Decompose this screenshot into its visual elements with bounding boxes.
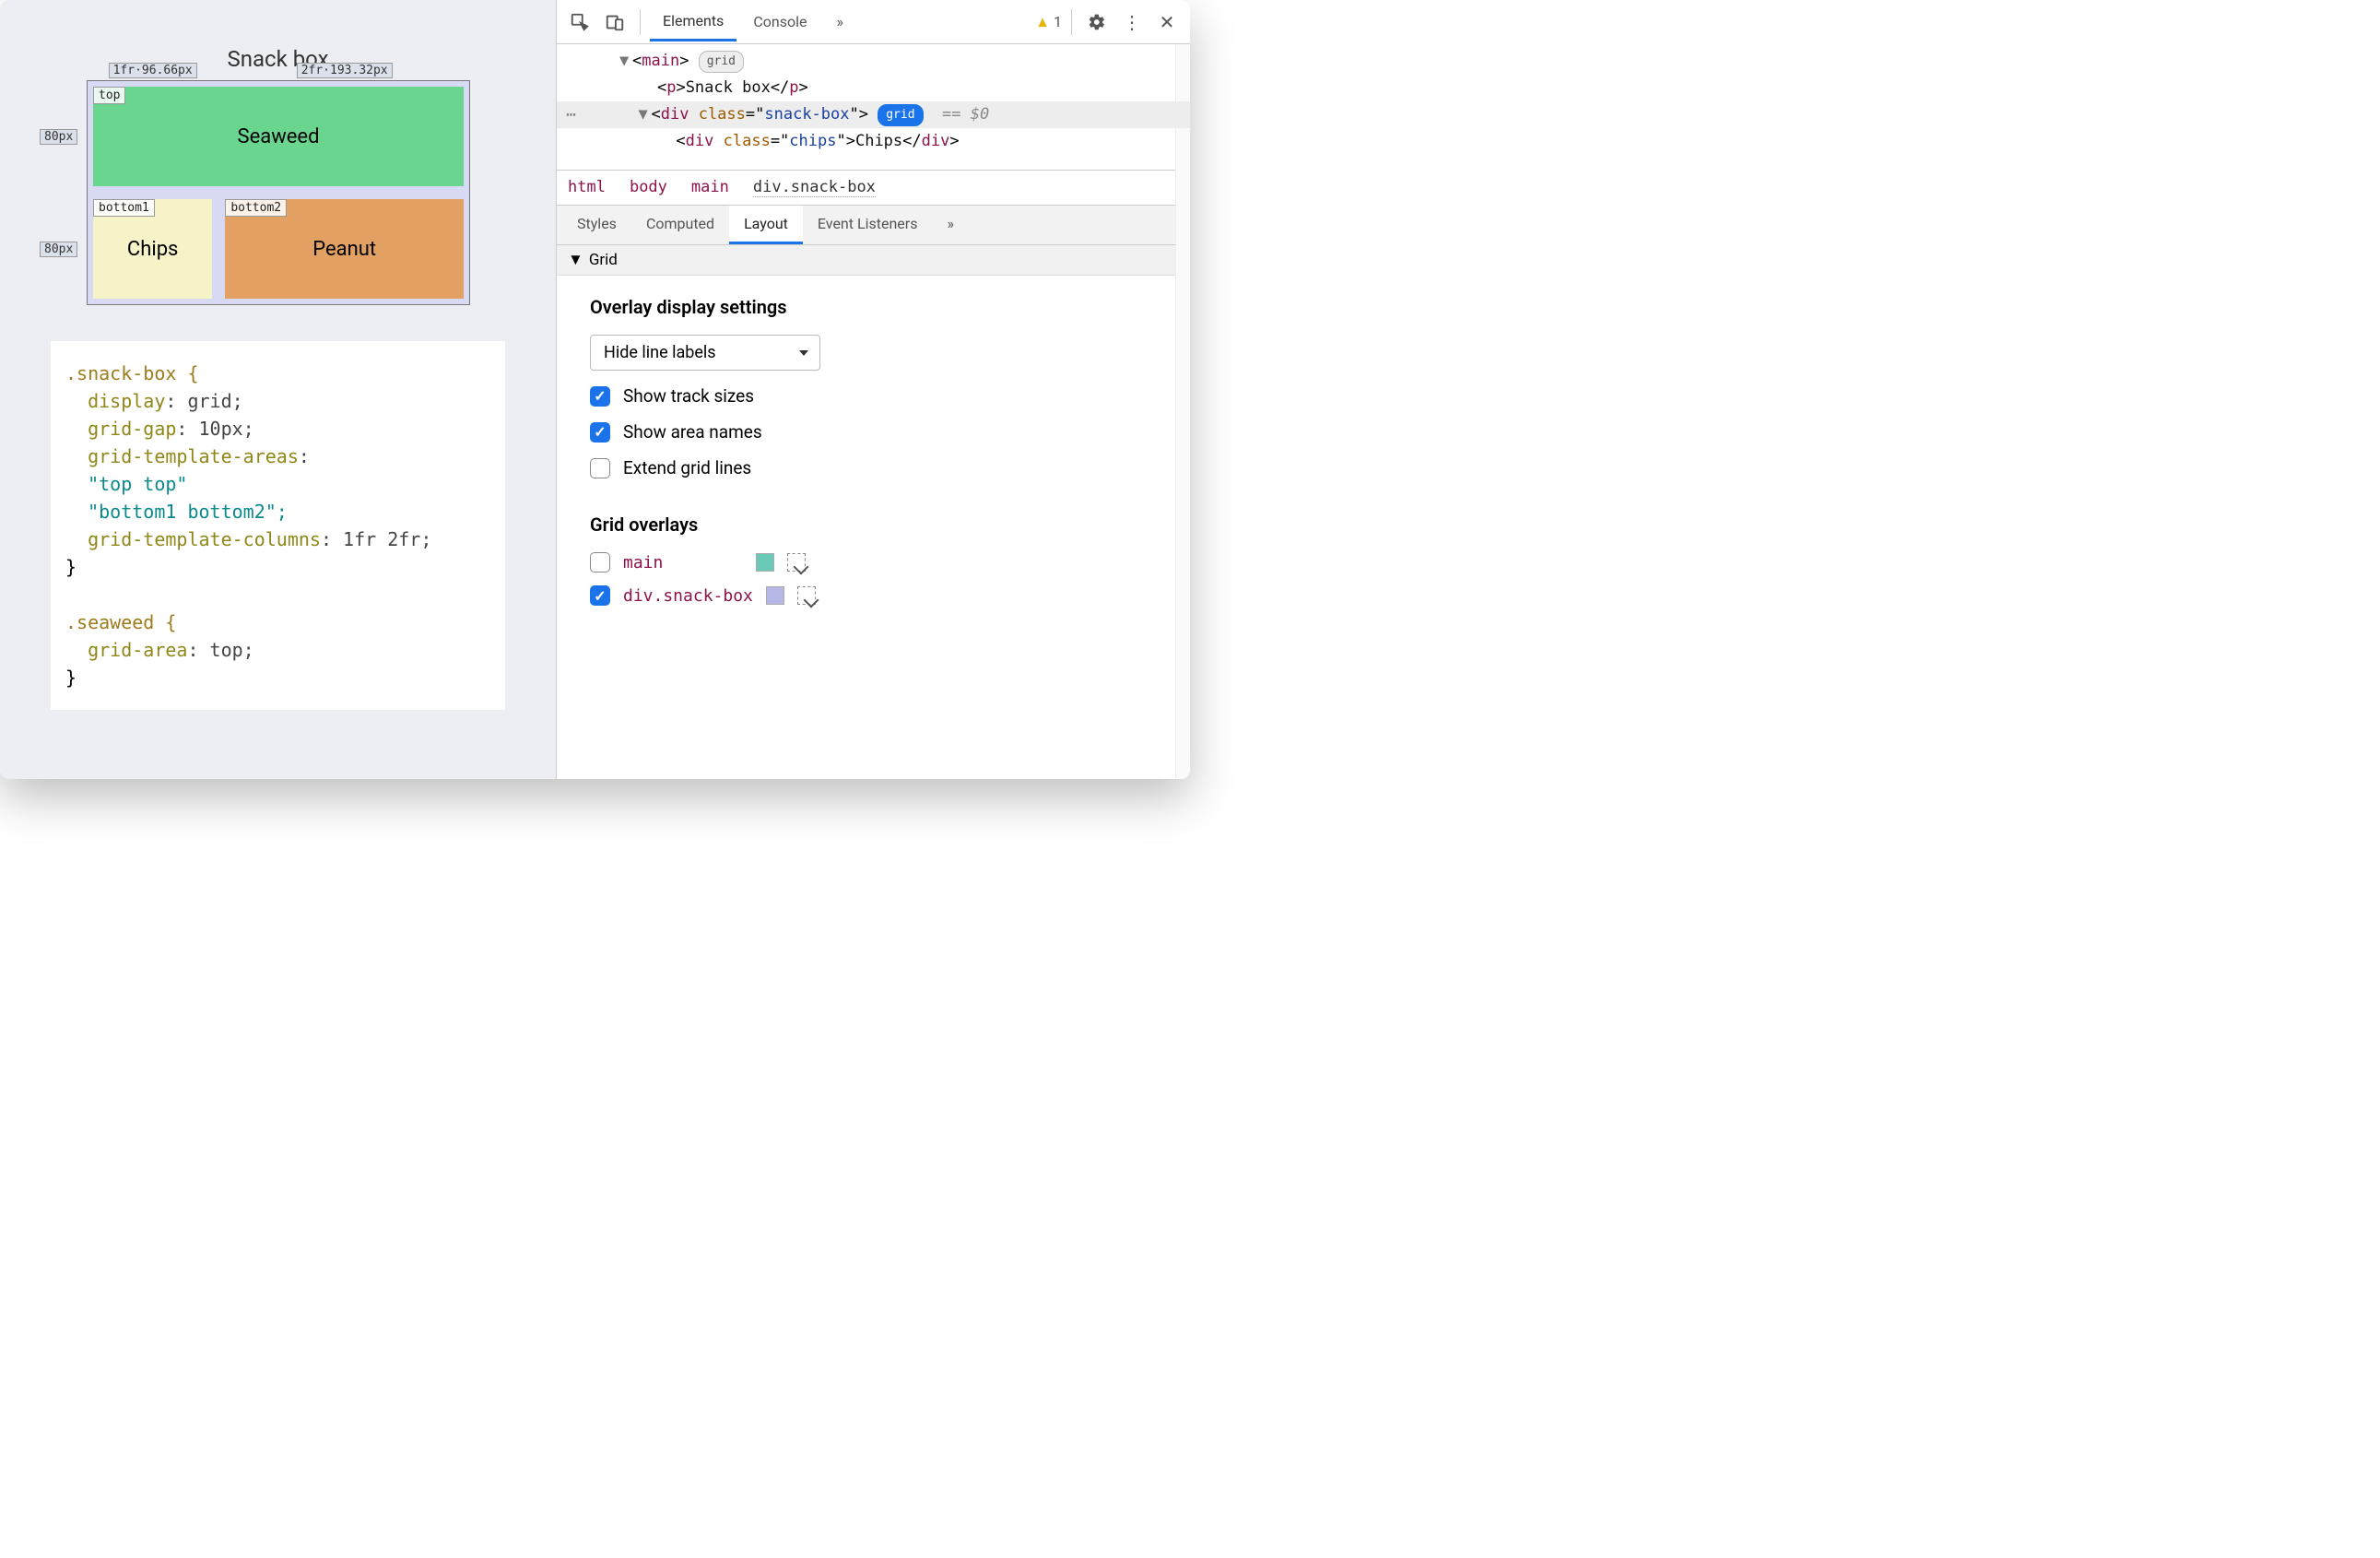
column-track-label: 2fr·193.32px <box>297 63 393 78</box>
area-name-badge: bottom2 <box>225 199 287 217</box>
separator <box>640 9 641 35</box>
scrollbar[interactable] <box>1175 44 1190 779</box>
subtab-event-listeners[interactable]: Event Listeners <box>803 206 933 244</box>
dom-node-main: ▼<main> grid <box>557 48 1190 75</box>
warning-icon: ▲ <box>1035 13 1050 31</box>
close-icon[interactable]: ✕ <box>1151 6 1183 38</box>
overlay-display-settings: Overlay display settings Hide line label… <box>557 276 1190 513</box>
area-name-badge: bottom1 <box>93 199 155 217</box>
grid-overlay-preview: 1fr·96.66px 2fr·193.32px 80px 80px top S… <box>88 81 469 304</box>
column-track-label: 1fr·96.66px <box>109 63 197 78</box>
show-track-sizes-row: Show track sizes <box>590 385 1157 407</box>
row-track-label: 80px <box>40 129 77 145</box>
tab-elements[interactable]: Elements <box>650 3 736 41</box>
warnings-badge[interactable]: ▲ 1 <box>1035 13 1062 31</box>
dom-node-chips: <div class="chips">Chips</div> <box>557 128 1190 155</box>
crumb-html[interactable]: html <box>568 178 606 197</box>
devtools-main-toolbar: Elements Console » ▲ 1 ⋮ ✕ <box>557 0 1190 44</box>
checkbox-show-track-sizes[interactable] <box>590 386 610 407</box>
dom-tree[interactable]: ▼<main> grid <p>Snack box</p> ▼<div clas… <box>557 44 1190 170</box>
devtools-pane: Elements Console » ▲ 1 ⋮ ✕ ▼<main> grid … <box>556 0 1190 779</box>
cell-label: Seaweed <box>238 125 320 148</box>
inspect-element-icon[interactable] <box>564 6 595 38</box>
subtab-styles[interactable]: Styles <box>562 206 631 244</box>
grid-cell-peanut: bottom2 Peanut <box>225 199 464 299</box>
separator <box>1071 9 1072 35</box>
tab-console[interactable]: Console <box>740 4 819 40</box>
dom-node-p: <p>Snack box</p> <box>557 75 1190 101</box>
settings-icon[interactable] <box>1081 6 1113 38</box>
device-toolbar-icon[interactable] <box>599 6 630 38</box>
extend-grid-lines-row: Extend grid lines <box>590 457 1157 478</box>
area-name-badge: top <box>93 87 125 104</box>
cell-label: Chips <box>127 238 179 261</box>
rendered-page-pane: Snack box 1fr·96.66px 2fr·193.32px 80px … <box>0 0 556 779</box>
breadcrumb[interactable]: html body main div.snack-box <box>557 170 1190 206</box>
color-swatch-snack-box[interactable] <box>766 586 784 605</box>
dom-node-snack-box: ▼<div class="snack-box"> grid == $0 <box>557 101 1190 128</box>
show-area-names-row: Show area names <box>590 421 1157 443</box>
crumb-body[interactable]: body <box>630 178 667 197</box>
checkbox-show-area-names[interactable] <box>590 422 610 443</box>
devtools-window: Snack box 1fr·96.66px 2fr·193.32px 80px … <box>0 0 1190 779</box>
checkbox-overlay-snack-box[interactable] <box>590 585 610 606</box>
highlight-element-icon[interactable] <box>787 553 806 572</box>
cell-label: Peanut <box>312 238 376 261</box>
color-swatch-main[interactable] <box>756 553 774 572</box>
overlay-label-snack-box[interactable]: div.snack-box <box>623 586 753 606</box>
warning-count: 1 <box>1054 13 1062 30</box>
tabs-overflow[interactable]: » <box>823 4 856 40</box>
sidebar-tabs: Styles Computed Layout Event Listeners » <box>557 206 1190 245</box>
crumb-snack-box[interactable]: div.snack-box <box>753 178 876 197</box>
grid-cell-chips: bottom1 Chips <box>93 199 212 299</box>
line-labels-select[interactable]: Hide line labels <box>590 335 820 371</box>
grid-overlays-section: Grid overlays main div.snack-box <box>557 513 1190 639</box>
overlay-settings-title: Overlay display settings <box>590 296 1157 318</box>
subtabs-overflow[interactable]: » <box>932 206 969 244</box>
row-track-label: 80px <box>40 242 77 257</box>
chevron-down-icon: ▼ <box>568 251 583 269</box>
highlight-element-icon[interactable] <box>797 586 816 605</box>
checkbox-overlay-main[interactable] <box>590 552 610 572</box>
subtab-layout[interactable]: Layout <box>729 206 803 244</box>
overlay-label-main[interactable]: main <box>623 553 743 572</box>
overlay-row-snack-box: div.snack-box <box>590 585 1157 606</box>
grid-badge-active[interactable]: grid <box>878 104 923 126</box>
grid-section-header[interactable]: ▼ Grid <box>557 245 1190 276</box>
kebab-menu-icon[interactable]: ⋮ <box>1116 6 1148 38</box>
snack-box-grid: top Seaweed bottom1 Chips bottom2 Peanut <box>88 81 469 304</box>
grid-cell-seaweed: top Seaweed <box>93 87 464 186</box>
grid-overlays-title: Grid overlays <box>590 513 1157 536</box>
grid-badge[interactable]: grid <box>699 51 744 73</box>
checkbox-extend-grid-lines[interactable] <box>590 458 610 478</box>
overlay-row-main: main <box>590 552 1157 572</box>
css-code-block: .snack-box { display: grid; grid-gap: 10… <box>51 341 505 710</box>
subtab-computed[interactable]: Computed <box>631 206 729 244</box>
crumb-main[interactable]: main <box>691 178 729 197</box>
